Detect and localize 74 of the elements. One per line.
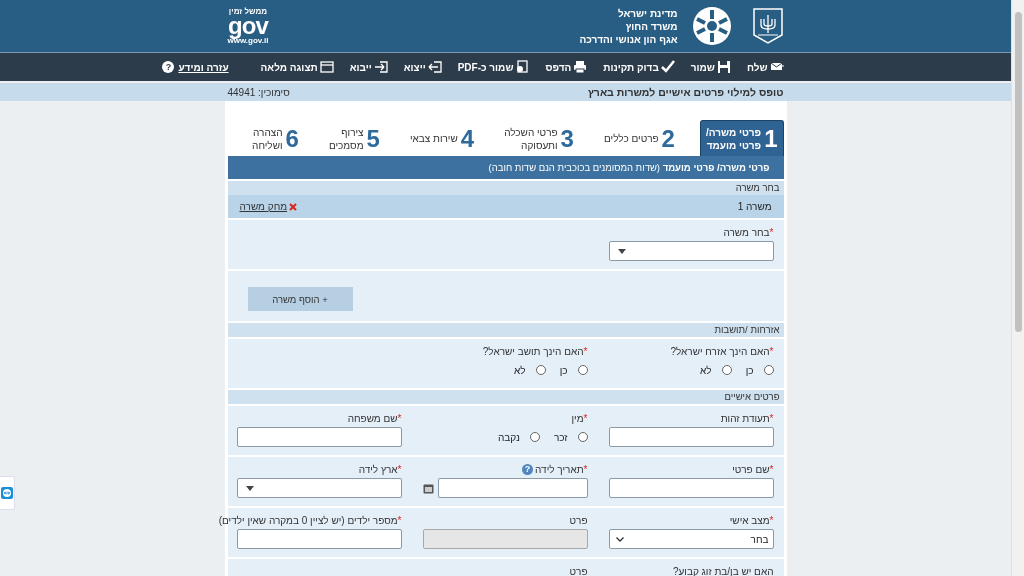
input-field[interactable] [608, 427, 774, 447]
dropdown-field[interactable] [236, 478, 402, 498]
radio-label: לא [514, 364, 526, 376]
field-label: * האם הינך אזרח ישראל? [670, 346, 774, 357]
emblem-icon [751, 7, 784, 45]
dropdown-field[interactable] [608, 241, 774, 261]
arrow-out-icon [427, 60, 442, 74]
field-label: * שם פרטי [732, 464, 774, 475]
reference-number: סימוכין: 44941 [227, 86, 290, 98]
date-field[interactable] [437, 478, 588, 498]
radio-button[interactable] [763, 365, 774, 375]
radio-label: לא [700, 364, 712, 376]
field-label: * תעודת זהות [720, 413, 774, 424]
side-tab[interactable] [0, 476, 15, 510]
toolbar-button[interactable]: ייבוא [349, 60, 388, 74]
toolbar-button[interactable]: שמור [690, 60, 731, 74]
document-icon [515, 60, 530, 74]
radio-button[interactable] [577, 432, 588, 442]
org-name: משרד החוץ [624, 19, 678, 33]
toolbar-button[interactable]: שמור כ-PDF [457, 60, 530, 74]
field-label: * תאריך לידה [535, 464, 588, 475]
radio-button[interactable] [535, 365, 546, 375]
window-icon [319, 60, 334, 74]
subsection-header: אזרחות /תושבות [227, 323, 784, 337]
toolbar-button[interactable]: ייצוא [403, 60, 442, 74]
chevron-icon [615, 536, 624, 542]
toolbar-button[interactable]: בדוק תקינות [603, 60, 675, 74]
form-title: טופס למילוי פרטים אישיים למשרות בארץ [588, 86, 784, 98]
arrow-in-icon [373, 60, 388, 74]
help-icon: ? [162, 61, 175, 73]
toolbar-button[interactable]: שלח [746, 60, 784, 74]
caret-icon [245, 485, 254, 491]
dropdown-field[interactable]: בחר [608, 529, 774, 549]
wheel-icon [691, 6, 732, 46]
subsection-header: פרטים אישיים [227, 390, 784, 404]
field-label: * מין [571, 413, 588, 424]
field-label: * מצב אישי [729, 515, 774, 526]
double-arrow-icon [1, 487, 13, 499]
radio-button[interactable] [577, 365, 588, 375]
input-field[interactable] [236, 427, 402, 447]
calendar-icon [422, 482, 434, 494]
subsection-header: בחר משרה [227, 181, 784, 195]
field-label: האם יש בן/בת זוג קבוע? [672, 566, 774, 576]
field-label: פרט [569, 515, 588, 526]
checkmark-icon [660, 60, 675, 74]
input-field[interactable] [608, 478, 774, 498]
job-title: משרה 1 [737, 201, 772, 212]
field-label: * ארץ לידה [358, 464, 402, 475]
field-label: פרט [569, 566, 588, 576]
field-label: * שם משפחה [347, 413, 402, 424]
field-label: * האם הינך תושב ישראל? [482, 346, 588, 357]
field-label: * מספר ילדים (יש לציין 0 במקרה שאין ילדים) [218, 515, 402, 526]
section-header: פרטי משרה/ פרטי מועמד (שדות המסומנים בכוכבית הנם שדות חובה) [227, 156, 784, 179]
org-name: מדינת ישראל [616, 6, 678, 20]
field-label: * בחר משרה [723, 227, 774, 238]
radio-label: זכר [553, 431, 568, 443]
toolbar-button[interactable]: הדפס [545, 60, 588, 74]
scrollbar[interactable] [1011, 0, 1024, 576]
radio-label: נקבה [497, 431, 520, 443]
org-name: אגף הון אנושי והדרכה [579, 32, 678, 46]
toolbar-button[interactable]: תצוגה מלאה [260, 60, 334, 74]
printer-icon [573, 60, 588, 74]
radio-button[interactable] [529, 432, 540, 442]
delete-link[interactable]: מחק משרה [239, 201, 298, 212]
radio-label: כן [745, 364, 754, 376]
help-link[interactable]: עזרה ומידע ? [162, 61, 229, 73]
add-job-button[interactable]: + הוסף משרה [247, 287, 353, 311]
input-field[interactable] [236, 529, 402, 549]
help-icon[interactable]: ? [522, 464, 534, 475]
caret-icon [617, 248, 626, 254]
cross-icon [289, 202, 298, 211]
logo-caption: ממשל זמין [228, 7, 268, 16]
radio-label: כן [559, 364, 568, 376]
radio-button[interactable] [721, 365, 732, 375]
